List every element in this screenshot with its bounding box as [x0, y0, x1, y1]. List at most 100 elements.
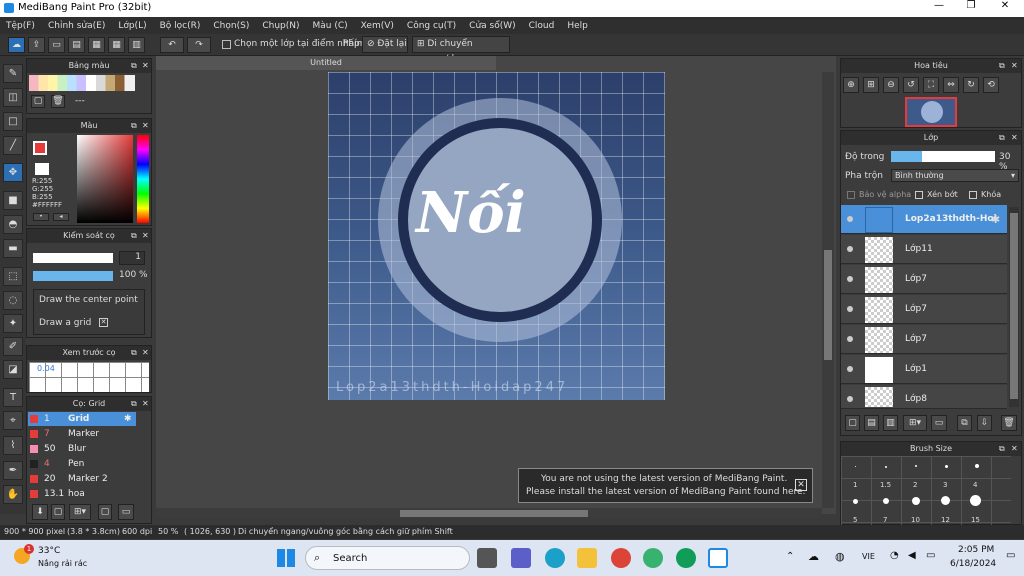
file-explorer-icon[interactable]	[577, 548, 597, 568]
brush-size-value[interactable]: 1	[119, 251, 145, 265]
size-dot[interactable]	[945, 465, 948, 468]
bucket-icon[interactable]: ◓	[3, 215, 23, 234]
rotate-left-icon[interactable]: ↺	[903, 77, 919, 93]
brush-item[interactable]: 4 Pen	[28, 457, 136, 471]
new-halftone-layer-icon[interactable]: ▤	[864, 415, 879, 431]
menu-snap[interactable]: Chụp(N)	[262, 21, 299, 31]
size-dot[interactable]	[912, 497, 920, 505]
new-8bit-layer-icon[interactable]: ▥	[883, 415, 898, 431]
layer-row[interactable]: Lớp7	[841, 295, 1007, 324]
notification-icon[interactable]: ▭	[1006, 550, 1015, 561]
size-dot[interactable]	[885, 466, 887, 468]
chrome-icon[interactable]	[611, 548, 631, 568]
canvas-tab[interactable]: Untitled	[156, 56, 496, 70]
new-brush-icon[interactable]: ▢	[51, 504, 65, 520]
zoom-in-icon[interactable]: ⊕	[843, 77, 859, 93]
navigator-thumbnail[interactable]	[905, 97, 957, 127]
add-layer-menu-icon[interactable]: ⊞▾	[903, 415, 927, 431]
size-dot[interactable]	[975, 464, 979, 468]
grid-icon[interactable]: ▦	[108, 37, 125, 53]
size-dot[interactable]	[883, 498, 889, 504]
clip-checkbox[interactable]	[915, 191, 923, 199]
undo-button[interactable]: ↶	[160, 37, 184, 53]
brush-tool-icon[interactable]: ✎	[3, 64, 23, 83]
draw-grid-checkbox[interactable]: ✕	[99, 318, 108, 327]
popout-icon[interactable]: ⧉	[999, 131, 1005, 145]
vertical-scrollbar[interactable]	[822, 72, 834, 508]
draw-grid-option[interactable]: Draw a grid	[39, 318, 91, 328]
menu-view[interactable]: Xem(V)	[361, 21, 394, 31]
close-icon[interactable]: ✕	[1011, 59, 1018, 73]
divide-tool-icon[interactable]: ⌖	[3, 411, 23, 430]
menu-cloud[interactable]: Cloud	[529, 21, 555, 31]
saturation-picker[interactable]	[77, 135, 133, 223]
layer-scrollbar[interactable]	[1009, 207, 1019, 407]
reset-button[interactable]: ⊘ Đặt lại	[362, 36, 408, 53]
close-icon[interactable]: ✕	[142, 397, 149, 411]
popout-icon[interactable]: ⧉	[131, 397, 137, 411]
popout-icon[interactable]: ⧉	[131, 229, 137, 243]
move-tool-icon[interactable]: ✥	[3, 163, 23, 182]
magic-wand-icon[interactable]: ✦	[3, 314, 23, 333]
brush-item[interactable]: 7 Marker	[28, 427, 136, 441]
clock-time[interactable]: 2:05 PM	[958, 545, 994, 555]
visibility-icon[interactable]	[847, 276, 853, 282]
language-indicator[interactable]: VIE	[862, 552, 875, 561]
brush-item[interactable]: 1 Grid ✱	[28, 412, 136, 426]
medibang-icon[interactable]	[708, 548, 728, 568]
layer-row[interactable]: Lớp8	[841, 385, 1007, 409]
brush-size-grid[interactable]	[841, 456, 1011, 526]
select-eraser-icon[interactable]: ◪	[3, 360, 23, 379]
close-icon[interactable]: ✕	[142, 346, 149, 360]
chrome-icon-2[interactable]	[676, 548, 696, 568]
visibility-icon[interactable]	[847, 336, 853, 342]
maximize-button[interactable]: ❐	[962, 0, 980, 11]
hand-tool-icon[interactable]: ✋	[3, 485, 23, 504]
hue-slider[interactable]	[137, 135, 149, 223]
popout-icon[interactable]: ⧉	[131, 119, 137, 133]
brush-item[interactable]: 13.1 hoa	[28, 487, 136, 501]
size-dot[interactable]	[941, 496, 950, 505]
layer-folder-icon[interactable]: ▭	[931, 415, 947, 431]
windows-start-icon[interactable]	[277, 549, 295, 567]
cloud-tray-icon[interactable]: ☁	[808, 550, 819, 563]
menu-window[interactable]: Cửa sổ(W)	[469, 21, 515, 31]
size-dot[interactable]	[855, 466, 856, 467]
layout-icon[interactable]: ▥	[128, 37, 145, 53]
duplicate-layer-icon[interactable]: ⧉	[957, 415, 972, 431]
comment-icon[interactable]: ▭	[48, 37, 65, 53]
size-dot[interactable]	[970, 495, 981, 506]
canvas-area[interactable]: Untitled Nối Lop2a13thdth-Hoidap247 You …	[156, 56, 836, 518]
clock-date[interactable]: 6/18/2024	[950, 559, 996, 569]
pen-icon[interactable]: ✒	[3, 461, 23, 480]
fit-screen-icon[interactable]: ⛶	[923, 77, 939, 93]
search-box[interactable]: ⌕ Search	[305, 546, 470, 570]
close-icon[interactable]: ✕	[1011, 442, 1018, 456]
wifi-icon[interactable]: ◔	[890, 550, 899, 561]
update-notice[interactable]: You are not using the latest version of …	[518, 468, 813, 503]
draw-center-point-option[interactable]: Draw the center point	[39, 295, 138, 305]
select-layer-checkbox[interactable]	[222, 40, 231, 49]
copy-brush-icon[interactable]: ▢	[98, 504, 112, 520]
layer-scroll-thumb[interactable]	[1010, 213, 1018, 399]
minimize-button[interactable]: —	[930, 0, 948, 11]
brush-opacity-slider[interactable]	[33, 271, 113, 281]
message-icon[interactable]: ▤	[68, 37, 85, 53]
horizontal-scroll-thumb[interactable]	[400, 510, 588, 517]
merge-layer-icon[interactable]: ⇩	[977, 415, 992, 431]
primary-color-swatch[interactable]	[33, 141, 47, 155]
onedrive-icon[interactable]: ◍	[835, 550, 845, 563]
lasso-icon[interactable]: ◌	[3, 291, 23, 310]
popout-icon[interactable]: ⧉	[999, 59, 1005, 73]
menu-edit[interactable]: Chỉnh sửa(E)	[48, 21, 105, 31]
gear-icon[interactable]: ✱	[124, 412, 132, 426]
popout-icon[interactable]: ⧉	[131, 59, 137, 73]
menu-filter[interactable]: Bộ lọc(R)	[160, 21, 201, 31]
upload-icon[interactable]: ⇪	[28, 37, 45, 53]
brush-item[interactable]: 20 Marker 2	[28, 472, 136, 486]
menu-select[interactable]: Chọn(S)	[213, 21, 249, 31]
popout-icon[interactable]: ⧉	[131, 346, 137, 360]
app-icon-green[interactable]	[643, 548, 663, 568]
layer-row[interactable]: Lớp11	[841, 235, 1007, 264]
brush-size-slider[interactable]	[33, 253, 113, 263]
